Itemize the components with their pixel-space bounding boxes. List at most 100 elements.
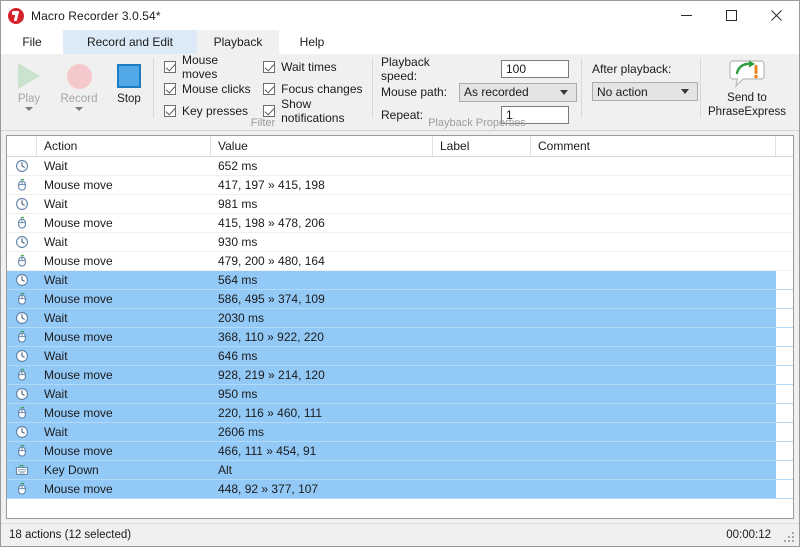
row-filler [776, 252, 793, 270]
macro-recorder-logo-icon [8, 8, 24, 24]
table-row[interactable]: Wait2030 ms [7, 309, 793, 328]
play-dropdown-chevron-icon[interactable] [25, 107, 33, 111]
mouse-icon [7, 252, 37, 270]
mouse-path-select[interactable]: As recorded [459, 83, 577, 102]
filter-column-right: Wait times Focus changes Show notificati… [263, 58, 372, 120]
checkbox-mouse-clicks-label: Mouse clicks [182, 82, 251, 96]
checkbox-wait-times[interactable]: Wait times [263, 58, 372, 76]
tab-help[interactable]: Help [279, 30, 345, 54]
table-row[interactable]: Mouse move448, 92 » 377, 107 [7, 480, 793, 499]
mouse-icon [7, 328, 37, 346]
row-action: Wait [37, 347, 211, 365]
row-filler [776, 157, 793, 175]
row-value: 2606 ms [211, 423, 433, 441]
table-row[interactable]: Mouse move586, 495 » 374, 109 [7, 290, 793, 309]
keyboard-icon [7, 461, 37, 479]
row-filler [776, 480, 793, 498]
column-header-value[interactable]: Value [211, 136, 433, 156]
row-filler [776, 385, 793, 403]
after-playback-select[interactable]: No action [592, 82, 698, 101]
row-label [433, 423, 531, 441]
maximize-icon[interactable] [709, 1, 754, 30]
row-label [433, 309, 531, 327]
table-row[interactable]: Mouse move417, 197 » 415, 198 [7, 176, 793, 195]
checkbox-focus-changes-box[interactable] [263, 83, 275, 95]
record-button-label: Record [60, 93, 97, 105]
stop-button[interactable]: Stop [105, 54, 153, 130]
column-header-label[interactable]: Label [433, 136, 531, 156]
row-action: Mouse move [37, 366, 211, 384]
row-comment [531, 328, 776, 346]
row-label [433, 157, 531, 175]
tab-record-and-edit[interactable]: Record and Edit [63, 30, 197, 54]
row-comment [531, 290, 776, 308]
row-action: Mouse move [37, 328, 211, 346]
table-row[interactable]: Wait646 ms [7, 347, 793, 366]
checkbox-mouse-moves-box[interactable] [164, 61, 176, 73]
row-value: 652 ms [211, 157, 433, 175]
table-row[interactable]: Wait652 ms [7, 157, 793, 176]
row-value: 950 ms [211, 385, 433, 403]
row-filler [776, 176, 793, 194]
tab-file[interactable]: File [1, 30, 63, 54]
table-row[interactable]: Wait930 ms [7, 233, 793, 252]
row-action: Mouse move [37, 214, 211, 232]
row-comment [531, 385, 776, 403]
checkbox-mouse-clicks-box[interactable] [164, 83, 176, 95]
playback-speed-input[interactable]: 100 [501, 60, 569, 78]
table-row[interactable]: Mouse move220, 116 » 460, 111 [7, 404, 793, 423]
table-row[interactable]: Wait564 ms [7, 271, 793, 290]
filter-group: Mouse moves Mouse clicks Key presses Wai… [154, 54, 372, 130]
stop-square-icon [117, 60, 141, 92]
mouse-icon [7, 366, 37, 384]
clock-icon [7, 157, 37, 175]
row-label [433, 461, 531, 479]
record-dropdown-chevron-icon[interactable] [75, 107, 83, 111]
play-button[interactable]: Play [5, 54, 53, 130]
table-row[interactable]: Wait2606 ms [7, 423, 793, 442]
chevron-down-icon [681, 89, 689, 94]
table-row[interactable]: Key DownAlt [7, 461, 793, 480]
table-body[interactable]: Wait652 msMouse move417, 197 » 415, 198W… [7, 157, 793, 518]
status-actions-count: 18 actions (12 selected) [9, 529, 131, 541]
column-header-action[interactable]: Action [37, 136, 211, 156]
record-circle-icon [67, 60, 92, 92]
table-row[interactable]: Mouse move466, 111 » 454, 91 [7, 442, 793, 461]
row-filler [776, 309, 793, 327]
row-value: 417, 197 » 415, 198 [211, 176, 433, 194]
checkbox-mouse-moves[interactable]: Mouse moves [164, 58, 255, 76]
table-row[interactable]: Mouse move479, 200 » 480, 164 [7, 252, 793, 271]
row-value: 448, 92 » 377, 107 [211, 480, 433, 498]
close-icon[interactable] [754, 1, 799, 30]
table-row[interactable]: Wait950 ms [7, 385, 793, 404]
row-value: 646 ms [211, 347, 433, 365]
tab-playback[interactable]: Playback [197, 30, 279, 54]
checkbox-key-presses-box[interactable] [164, 105, 176, 117]
table-row[interactable]: Wait981 ms [7, 195, 793, 214]
row-comment [531, 423, 776, 441]
table-row[interactable]: Mouse move928, 219 » 214, 120 [7, 366, 793, 385]
row-action: Wait [37, 157, 211, 175]
mouse-icon [7, 442, 37, 460]
resize-grip-icon[interactable] [784, 532, 795, 543]
clock-icon [7, 233, 37, 251]
row-filler [776, 214, 793, 232]
minimize-icon[interactable] [664, 1, 709, 30]
checkbox-mouse-clicks[interactable]: Mouse clicks [164, 80, 255, 98]
table-row[interactable]: Mouse move415, 198 » 478, 206 [7, 214, 793, 233]
after-playback-label: After playback: [592, 59, 700, 79]
row-comment [531, 347, 776, 365]
row-label [433, 385, 531, 403]
title-bar: Macro Recorder 3.0.54* [1, 1, 799, 30]
checkbox-focus-changes[interactable]: Focus changes [263, 80, 372, 98]
record-button[interactable]: Record [53, 54, 105, 130]
row-value: Alt [211, 461, 433, 479]
column-header-comment[interactable]: Comment [531, 136, 776, 156]
table-row[interactable]: Mouse move368, 110 » 922, 220 [7, 328, 793, 347]
checkbox-wait-times-box[interactable] [263, 61, 275, 73]
send-to-phraseexpress-button[interactable]: Send to PhraseExpress [701, 54, 793, 130]
checkbox-show-notifications-box[interactable] [263, 105, 275, 117]
row-action: Mouse move [37, 252, 211, 270]
row-value: 928, 219 » 214, 120 [211, 366, 433, 384]
row-label [433, 252, 531, 270]
